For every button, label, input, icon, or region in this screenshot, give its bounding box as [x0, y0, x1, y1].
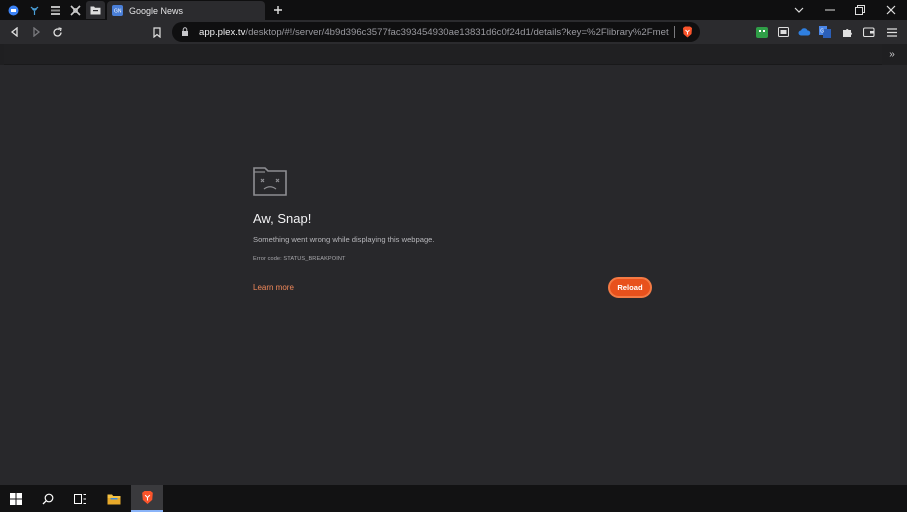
- window-icon: [777, 27, 789, 37]
- url-path: /desktop/#!/server/4b9d396c3577fac393454…: [245, 26, 669, 38]
- reload-button[interactable]: Reload: [608, 277, 652, 298]
- extension-translate[interactable]: G: [818, 25, 832, 39]
- forward-button[interactable]: [28, 24, 44, 40]
- x-logo-icon: [70, 4, 81, 16]
- refresh-icon: [52, 26, 62, 37]
- error-title: Aw, Snap!: [253, 211, 312, 226]
- bookmarks-bar: »: [0, 44, 907, 65]
- hamburger-menu-icon: [887, 27, 897, 37]
- error-code: Error code: STATUS_BREAKPOINT: [253, 256, 346, 262]
- wallet-button[interactable]: [862, 25, 876, 39]
- restore-icon: [855, 5, 865, 15]
- bookmarks-overflow-button[interactable]: »: [884, 46, 900, 62]
- windows-logo-icon: [10, 492, 22, 505]
- taskbar: [0, 485, 907, 512]
- address-bar[interactable]: app.plex.tv/desktop/#!/server/4b9d396c35…: [172, 22, 700, 42]
- bookmark-button[interactable]: [149, 24, 165, 40]
- green-app-icon: [756, 26, 768, 38]
- pinned-tab-x[interactable]: [66, 1, 85, 19]
- google-news-icon: GN: [112, 5, 123, 16]
- tab-google-news[interactable]: GN Google News: [107, 1, 265, 20]
- error-page: Aw, Snap! Something went wrong while dis…: [0, 65, 907, 485]
- back-arrow-icon: [10, 27, 18, 37]
- forward-arrow-icon: [33, 27, 41, 37]
- omnibox-divider: [674, 26, 675, 38]
- search-icon: [42, 493, 54, 504]
- translate-icon: G: [819, 26, 831, 38]
- svg-text:GN: GN: [114, 9, 122, 14]
- radio-waves-icon: [30, 6, 39, 15]
- brave-lion-icon: [682, 26, 692, 38]
- pinned-tab-folder[interactable]: [86, 1, 105, 19]
- wallet-icon: [863, 27, 875, 37]
- extension-onedrive[interactable]: [797, 25, 811, 39]
- menu-button[interactable]: [885, 25, 899, 39]
- extension-reader[interactable]: [776, 25, 790, 39]
- brave-shields-button[interactable]: [680, 25, 694, 39]
- minimize-button[interactable]: [815, 0, 845, 20]
- cloud-icon: [798, 28, 810, 36]
- tab-strip: GN Google News: [0, 0, 907, 20]
- task-view-icon: [73, 493, 86, 504]
- lock-icon: [182, 27, 188, 36]
- reload-toolbar-button[interactable]: [49, 24, 65, 40]
- chat-bubble-icon: [8, 5, 19, 15]
- file-explorer-button[interactable]: [98, 485, 130, 512]
- brave-taskbar-button[interactable]: [131, 485, 163, 512]
- tab-title: Google News: [129, 5, 184, 16]
- extensions-button[interactable]: [840, 25, 854, 39]
- folder-icon: [90, 6, 101, 15]
- tab-search-button[interactable]: [784, 0, 814, 20]
- task-view-button[interactable]: [64, 485, 96, 512]
- taskbar-search-button[interactable]: [32, 485, 64, 512]
- new-tab-button[interactable]: [270, 2, 286, 18]
- learn-more-link[interactable]: Learn more: [253, 283, 294, 292]
- error-message: Something went wrong while displaying th…: [253, 235, 435, 244]
- bookmark-icon: [153, 26, 161, 38]
- minimize-icon: [825, 9, 835, 11]
- url-text: app.plex.tv/desktop/#!/server/4b9d396c35…: [199, 27, 669, 38]
- plus-icon: [274, 6, 282, 14]
- close-window-button[interactable]: [876, 0, 906, 20]
- chevron-down-icon: [794, 7, 804, 13]
- sad-tab-icon: [253, 167, 287, 201]
- extension-green-app[interactable]: [755, 25, 769, 39]
- back-button[interactable]: [7, 24, 23, 40]
- restore-button[interactable]: [845, 0, 875, 20]
- svg-text:G: G: [820, 29, 824, 35]
- close-icon: [886, 5, 896, 15]
- file-explorer-icon: [107, 494, 121, 504]
- brave-lion-icon: [141, 491, 153, 504]
- pinned-tab-grid[interactable]: [46, 1, 65, 19]
- url-host: app.plex.tv: [199, 26, 246, 38]
- grid-app-icon: [51, 5, 60, 15]
- puzzle-icon: [842, 28, 852, 37]
- bookmarks-strip: [4, 44, 882, 65]
- toolbar: app.plex.tv/desktop/#!/server/4b9d396c35…: [0, 20, 907, 44]
- start-button[interactable]: [0, 485, 32, 512]
- pinned-tab-chat[interactable]: [4, 1, 23, 19]
- pinned-tab-radio[interactable]: [25, 1, 44, 19]
